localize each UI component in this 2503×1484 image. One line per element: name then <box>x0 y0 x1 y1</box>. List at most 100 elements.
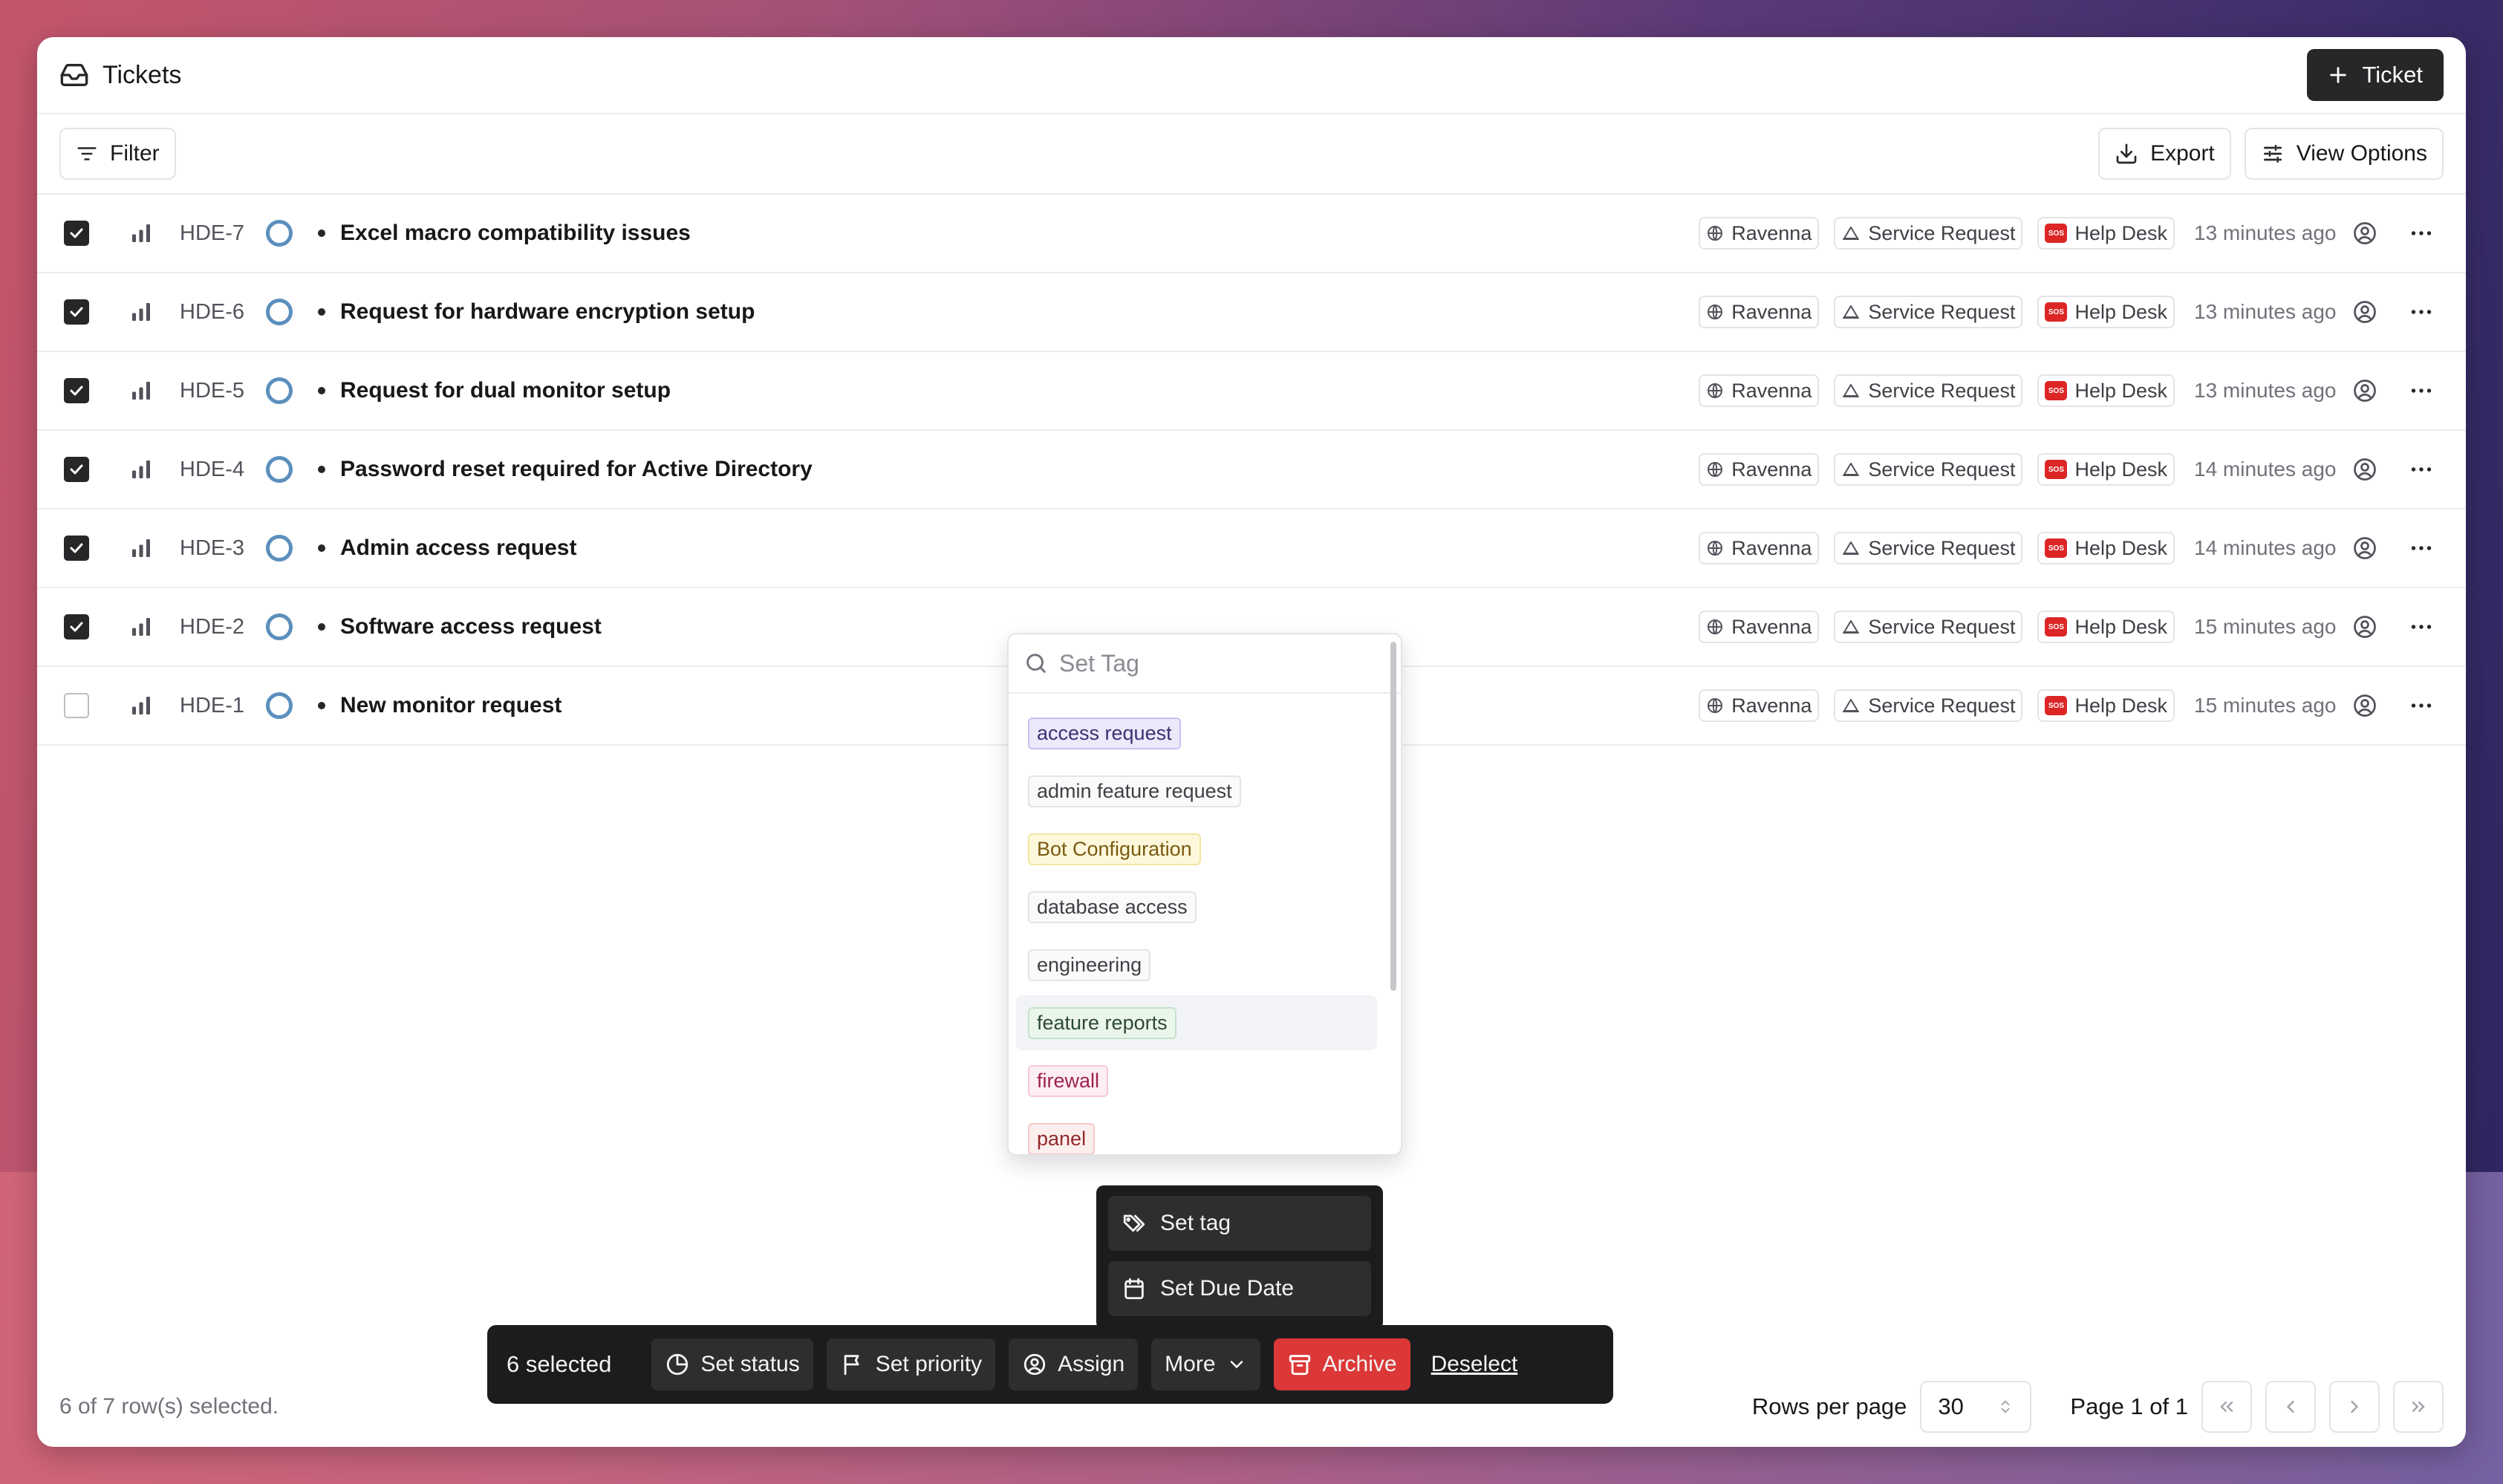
type-chip[interactable]: Service Request <box>1834 296 2023 328</box>
tag-search-input[interactable] <box>1059 649 1356 677</box>
set-priority-button[interactable]: Set priority <box>826 1338 996 1390</box>
type-chip[interactable]: Service Request <box>1834 217 2023 250</box>
assignee-avatar-icon[interactable] <box>2351 535 2378 562</box>
last-page-button[interactable] <box>2393 1381 2444 1433</box>
project-chip[interactable]: Ravenna <box>1699 689 1820 722</box>
updated-time: 15 minutes ago <box>2194 615 2337 638</box>
priority-bars-icon[interactable] <box>128 535 154 562</box>
export-button[interactable]: Export <box>2098 128 2231 180</box>
updated-time: 13 minutes ago <box>2194 300 2337 323</box>
table-row[interactable]: HDE-3 Admin access request Ravenna Servi… <box>37 510 2466 588</box>
next-page-button[interactable] <box>2329 1381 2380 1433</box>
assignee-avatar-icon[interactable] <box>2351 614 2378 640</box>
tag-option[interactable]: engineering <box>1016 937 1377 992</box>
more-options-icon[interactable] <box>2408 377 2435 404</box>
assignee-avatar-icon[interactable] <box>2351 692 2378 719</box>
tag-option[interactable]: panel <box>1016 1111 1377 1154</box>
project-chip[interactable]: Ravenna <box>1699 217 1820 250</box>
queue-chip[interactable]: SOS Help Desk <box>2037 689 2175 722</box>
status-circle-icon[interactable] <box>266 535 293 562</box>
ticket-title[interactable]: Excel macro compatibility issues <box>340 221 691 246</box>
row-checkbox[interactable] <box>64 221 89 246</box>
service-bell-icon <box>1843 463 1860 476</box>
set-status-button[interactable]: Set status <box>651 1338 813 1390</box>
priority-bars-icon[interactable] <box>128 692 154 719</box>
set-tag-menu-item[interactable]: Set tag <box>1108 1196 1371 1251</box>
project-chip[interactable]: Ravenna <box>1699 374 1820 407</box>
priority-bars-icon[interactable] <box>128 377 154 404</box>
priority-bars-icon[interactable] <box>128 614 154 640</box>
tag-list-scrollbar[interactable] <box>1390 642 1396 991</box>
row-checkbox[interactable] <box>64 457 89 482</box>
more-button[interactable]: More <box>1151 1338 1260 1390</box>
queue-chip[interactable]: SOS Help Desk <box>2037 217 2175 250</box>
assignee-avatar-icon[interactable] <box>2351 456 2378 483</box>
priority-bars-icon[interactable] <box>128 299 154 325</box>
queue-chip[interactable]: SOS Help Desk <box>2037 453 2175 486</box>
assignee-avatar-icon[interactable] <box>2351 377 2378 404</box>
table-row[interactable]: HDE-6 Request for hardware encryption se… <box>37 273 2466 352</box>
view-options-button[interactable]: View Options <box>2244 128 2444 180</box>
status-circle-icon[interactable] <box>266 220 293 247</box>
queue-chip[interactable]: SOS Help Desk <box>2037 374 2175 407</box>
status-circle-icon[interactable] <box>266 614 293 640</box>
status-circle-icon[interactable] <box>266 377 293 404</box>
status-circle-icon[interactable] <box>266 692 293 719</box>
more-options-icon[interactable] <box>2408 535 2435 562</box>
rows-per-page-select[interactable]: 30 <box>1920 1381 2032 1433</box>
project-chip[interactable]: Ravenna <box>1699 532 1820 564</box>
ticket-id: HDE-1 <box>180 693 245 717</box>
row-checkbox[interactable] <box>64 536 89 561</box>
set-due-date-menu-item[interactable]: Set Due Date <box>1108 1261 1371 1316</box>
status-circle-icon[interactable] <box>266 299 293 325</box>
table-row[interactable]: HDE-4 Password reset required for Active… <box>37 431 2466 510</box>
new-ticket-button[interactable]: Ticket <box>2307 49 2444 101</box>
type-chip[interactable]: Service Request <box>1834 453 2023 486</box>
type-chip[interactable]: Service Request <box>1834 689 2023 722</box>
ticket-title[interactable]: Request for dual monitor setup <box>340 378 671 403</box>
assign-button[interactable]: Assign <box>1009 1338 1139 1390</box>
project-chip[interactable]: Ravenna <box>1699 453 1820 486</box>
more-options-icon[interactable] <box>2408 614 2435 640</box>
table-row[interactable]: HDE-7 Excel macro compatibility issues R… <box>37 195 2466 273</box>
project-chip[interactable]: Ravenna <box>1699 611 1820 643</box>
row-checkbox[interactable] <box>64 693 89 718</box>
check-icon <box>70 622 83 632</box>
tag-option[interactable]: Bot Configuration <box>1016 821 1377 876</box>
assignee-avatar-icon[interactable] <box>2351 299 2378 325</box>
first-page-button[interactable] <box>2201 1381 2252 1433</box>
row-checkbox[interactable] <box>64 614 89 640</box>
type-chip[interactable]: Service Request <box>1834 532 2023 564</box>
tag-option[interactable]: access request <box>1016 706 1377 761</box>
project-chip[interactable]: Ravenna <box>1699 296 1820 328</box>
tag-option[interactable]: feature reports <box>1016 995 1377 1050</box>
ticket-title[interactable]: Request for hardware encryption setup <box>340 299 755 325</box>
ticket-title[interactable]: Software access request <box>340 614 602 640</box>
more-options-icon[interactable] <box>2408 692 2435 719</box>
more-options-icon[interactable] <box>2408 456 2435 483</box>
type-chip[interactable]: Service Request <box>1834 374 2023 407</box>
status-circle-icon[interactable] <box>266 456 293 483</box>
previous-page-button[interactable] <box>2265 1381 2316 1433</box>
table-row[interactable]: HDE-5 Request for dual monitor setup Rav… <box>37 352 2466 431</box>
filter-button[interactable]: Filter <box>59 128 176 180</box>
queue-chip[interactable]: SOS Help Desk <box>2037 532 2175 564</box>
row-checkbox[interactable] <box>64 299 89 325</box>
archive-button[interactable]: Archive <box>1273 1338 1410 1390</box>
tag-option[interactable]: admin feature request <box>1016 764 1377 819</box>
assignee-avatar-icon[interactable] <box>2351 220 2378 247</box>
queue-chip[interactable]: SOS Help Desk <box>2037 296 2175 328</box>
ticket-title[interactable]: New monitor request <box>340 693 562 718</box>
tag-option[interactable]: database access <box>1016 879 1377 934</box>
deselect-link[interactable]: Deselect <box>1431 1352 1518 1377</box>
ticket-title[interactable]: Password reset required for Active Direc… <box>340 457 813 482</box>
row-checkbox[interactable] <box>64 378 89 403</box>
more-options-icon[interactable] <box>2408 220 2435 247</box>
type-chip[interactable]: Service Request <box>1834 611 2023 643</box>
priority-bars-icon[interactable] <box>128 220 154 247</box>
more-options-icon[interactable] <box>2408 299 2435 325</box>
priority-bars-icon[interactable] <box>128 456 154 483</box>
queue-chip[interactable]: SOS Help Desk <box>2037 611 2175 643</box>
ticket-title[interactable]: Admin access request <box>340 536 576 561</box>
tag-option[interactable]: firewall <box>1016 1053 1377 1108</box>
